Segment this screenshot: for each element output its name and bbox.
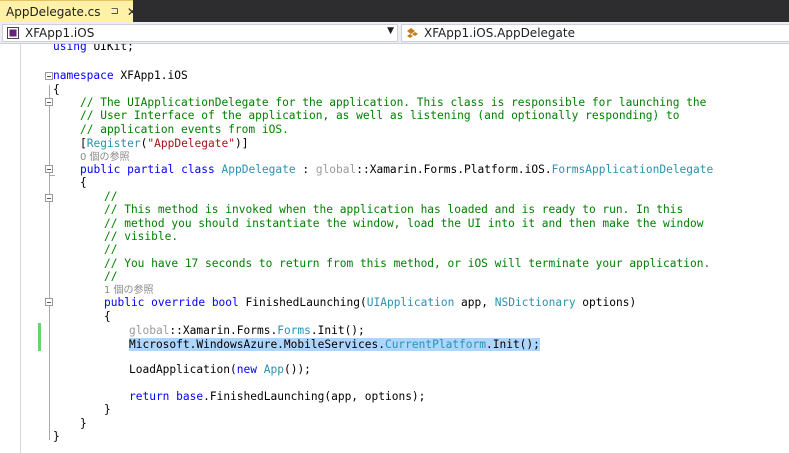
reference-count-link[interactable]: 1 個の参照 bbox=[104, 283, 154, 297]
code-line: // User Interface of the application, as… bbox=[80, 109, 680, 122]
code-line: { bbox=[80, 176, 87, 189]
fold-toggle-method[interactable] bbox=[45, 298, 53, 306]
code-line: } bbox=[80, 417, 87, 430]
code-line: // bbox=[104, 243, 118, 256]
type-name: XFApp1.iOS.AppDelegate bbox=[424, 26, 575, 40]
csharp-project-icon bbox=[7, 27, 19, 39]
code-line: return base.FinishedLaunching(app, optio… bbox=[129, 390, 426, 403]
code-line: LoadApplication(new App()); bbox=[129, 363, 311, 376]
code-line: // bbox=[104, 190, 118, 203]
tab-title: AppDelegate.cs bbox=[6, 4, 101, 19]
gutter-divider bbox=[20, 44, 21, 453]
fold-guide bbox=[49, 85, 50, 440]
code-line: global::Xamarin.Forms.Forms.Init(); bbox=[129, 324, 365, 337]
code-line: // This method is invoked when the appli… bbox=[104, 203, 684, 216]
reference-count-link[interactable]: 0 個の参照 bbox=[80, 150, 130, 164]
code-line: { bbox=[53, 83, 60, 96]
code-line: [Register("AppDelegate")] bbox=[80, 137, 249, 150]
code-editor[interactable]: using UIKit; namespace XFApp1.iOS { // T… bbox=[0, 44, 789, 453]
project-name: XFApp1.iOS bbox=[25, 26, 95, 40]
close-icon[interactable]: ✕ bbox=[127, 5, 137, 19]
change-indicator bbox=[38, 323, 41, 351]
document-tab-appdelegate[interactable]: AppDelegate.cs ⊐ ✕ bbox=[0, 0, 137, 22]
fold-toggle-method-comment[interactable] bbox=[45, 194, 53, 202]
code-line: // visible. bbox=[104, 230, 179, 243]
code-line: public override bool FinishedLaunching(U… bbox=[104, 296, 637, 309]
code-line: public partial class AppDelegate : globa… bbox=[80, 163, 714, 176]
chevron-down-icon[interactable]: ▼ bbox=[387, 26, 394, 36]
type-dropdown[interactable]: XFApp1.iOS.AppDelegate bbox=[401, 24, 789, 42]
code-line: // You have 17 seconds to return from th… bbox=[104, 257, 711, 270]
code-line: // method you should instantiate the win… bbox=[104, 217, 704, 230]
navigation-bar: XFApp1.iOS ▼ XFApp1.iOS.AppDelegate bbox=[0, 22, 789, 44]
code-line: // bbox=[104, 270, 118, 283]
code-line: } bbox=[53, 430, 60, 443]
code-line: using UIKit; bbox=[53, 44, 134, 53]
code-line-selected: Microsoft.WindowsAzure.MobileServices.Cu… bbox=[129, 338, 540, 351]
code-line: namespace XFApp1.iOS bbox=[53, 69, 188, 82]
pin-icon[interactable]: ⊐ bbox=[111, 6, 119, 17]
code-line: } bbox=[104, 403, 111, 416]
fold-toggle-comment[interactable] bbox=[45, 98, 53, 106]
document-tab-strip: AppDelegate.cs ⊐ ✕ bbox=[0, 0, 789, 22]
code-line: { bbox=[104, 310, 111, 323]
fold-toggle-namespace[interactable] bbox=[45, 72, 53, 80]
code-line: // application events from iOS. bbox=[80, 123, 289, 136]
fold-toggle-class[interactable] bbox=[45, 165, 53, 173]
class-icon bbox=[407, 28, 418, 38]
fold-guide bbox=[49, 175, 55, 176]
code-line: // The UIApplicationDelegate for the app… bbox=[80, 96, 707, 109]
project-dropdown[interactable]: XFApp1.iOS ▼ bbox=[2, 24, 398, 42]
